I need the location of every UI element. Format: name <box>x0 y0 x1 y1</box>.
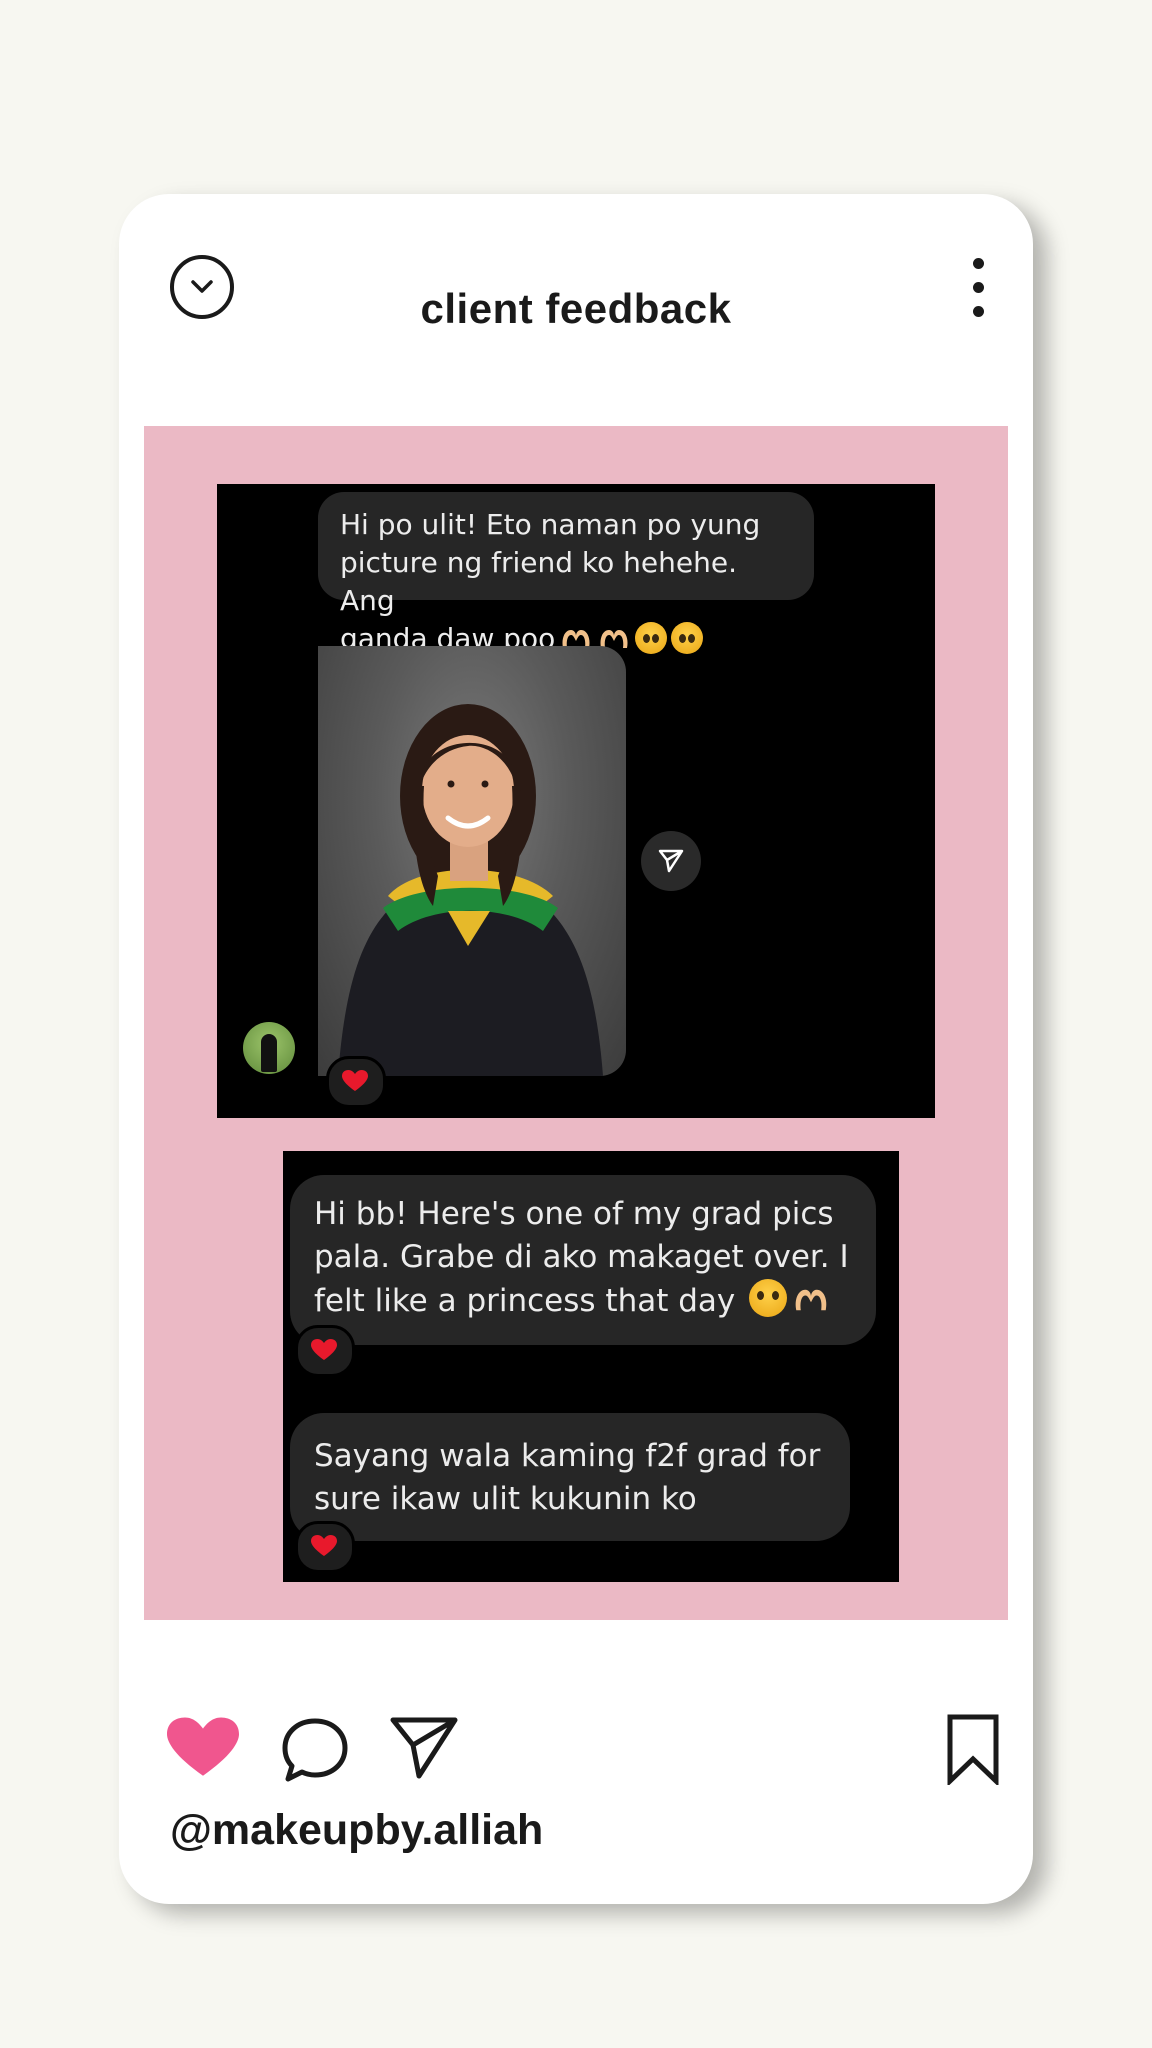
more-options-icon[interactable] <box>970 258 986 318</box>
pleading-face-icon <box>635 622 668 654</box>
chat-message-1-line-2: picture ng friend ko hehehe. Ang <box>340 546 737 617</box>
chat-message-2-line-1: Hi bb! Here's one of my grad pics <box>314 1196 834 1232</box>
comment-icon[interactable] <box>280 1716 350 1788</box>
chat-message-3-line-2: sure ikaw ulit kukunin ko <box>314 1481 697 1517</box>
avatar <box>243 1022 295 1074</box>
heart-reaction-badge[interactable] <box>326 1056 386 1108</box>
like-heart-icon[interactable] <box>167 1716 239 1784</box>
account-handle[interactable]: @makeupby.alliah <box>170 1806 543 1855</box>
send-icon[interactable] <box>389 1716 459 1784</box>
chat-message-3: Sayang wala kaming f2f grad for sure ika… <box>290 1413 850 1541</box>
chat-message-3-line-1: Sayang wala kaming f2f grad for <box>314 1438 821 1474</box>
share-icon[interactable] <box>641 831 701 891</box>
chat-screenshot-2: Hi bb! Here's one of my grad pics pala. … <box>283 1151 899 1582</box>
chat-message-2-line-2: pala. Grabe di ako makaget over. I <box>314 1239 849 1275</box>
heart-reaction-badge[interactable] <box>295 1521 355 1573</box>
bookmark-icon[interactable] <box>946 1713 1000 1789</box>
chat-message-1: Hi po ulit! Eto naman po yung picture ng… <box>318 492 814 655</box>
heart-hands-icon <box>791 1283 831 1329</box>
graduation-photo <box>318 646 626 1076</box>
chat-screenshot-1: Hi po ulit! Eto naman po yung picture ng… <box>217 484 935 1118</box>
pleading-face-icon <box>671 622 704 654</box>
chat-message-1-line-1: Hi po ulit! Eto naman po yung <box>340 508 761 541</box>
pleading-face-icon <box>749 1279 788 1317</box>
chat-message-2-line-3: felt like a princess that day <box>314 1283 736 1319</box>
heart-reaction-badge[interactable] <box>295 1325 355 1377</box>
chat-message-2: Hi bb! Here's one of my grad pics pala. … <box>290 1175 876 1345</box>
